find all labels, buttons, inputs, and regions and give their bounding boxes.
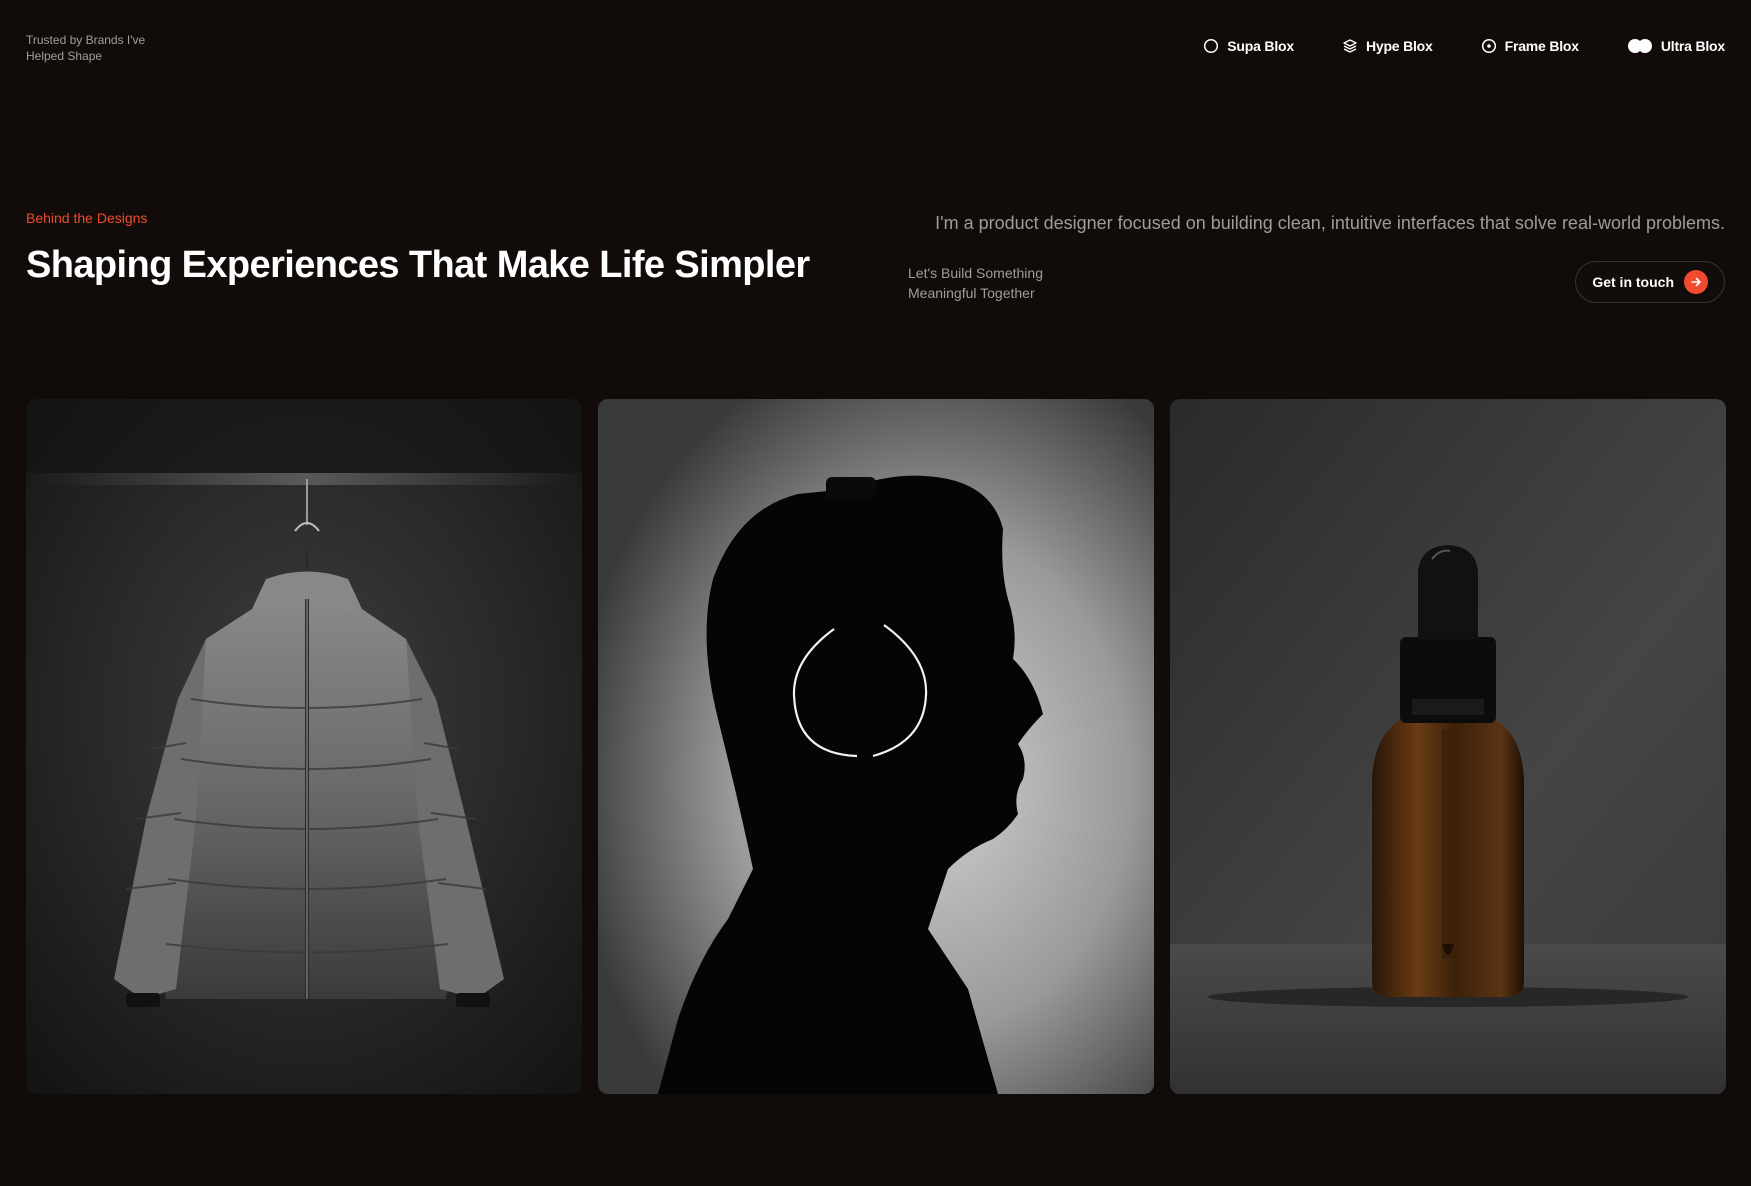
brand-supa-blox[interactable]: Supa Blox bbox=[1203, 38, 1294, 54]
section-eyebrow: Behind the Designs bbox=[26, 210, 148, 226]
circle-outline-icon bbox=[1203, 38, 1219, 54]
page-headline: Shaping Experiences That Make Life Simpl… bbox=[26, 244, 810, 286]
dropper-bottle-image bbox=[1170, 399, 1726, 1094]
brand-label: Hype Blox bbox=[1365, 38, 1433, 54]
pill-toggle-icon bbox=[1627, 38, 1653, 54]
brand-logo-list: Supa Blox Hype Blox Frame Blox Ultra Blo… bbox=[1203, 38, 1725, 54]
brand-label: Ultra Blox bbox=[1660, 38, 1725, 54]
cta-subtext: Let's Build Something Meaningful Togethe… bbox=[908, 265, 1043, 301]
image-gallery bbox=[26, 399, 1726, 1094]
brand-label: Frame Blox bbox=[1504, 38, 1579, 54]
brand-hype-blox[interactable]: Hype Blox bbox=[1342, 38, 1433, 54]
trusted-by-text: Trusted by Brands I've Helped Shape bbox=[26, 33, 146, 63]
arrow-right-icon bbox=[1684, 270, 1708, 294]
get-in-touch-button[interactable]: Get in touch bbox=[1575, 261, 1725, 303]
brand-label: Supa Blox bbox=[1227, 38, 1294, 54]
cta-label: Get in touch bbox=[1592, 274, 1674, 290]
layers-icon bbox=[1342, 38, 1358, 54]
brand-frame-blox[interactable]: Frame Blox bbox=[1481, 38, 1579, 54]
portfolio-page: Trusted by Brands I've Helped Shape Supa… bbox=[0, 0, 1751, 1186]
headphones-silhouette-image bbox=[598, 399, 1154, 1094]
brand-ultra-blox[interactable]: Ultra Blox bbox=[1627, 38, 1725, 54]
puffer-jacket-image bbox=[26, 399, 582, 1094]
target-circle-icon bbox=[1481, 38, 1497, 54]
intro-text: I'm a product designer focused on buildi… bbox=[935, 213, 1725, 233]
